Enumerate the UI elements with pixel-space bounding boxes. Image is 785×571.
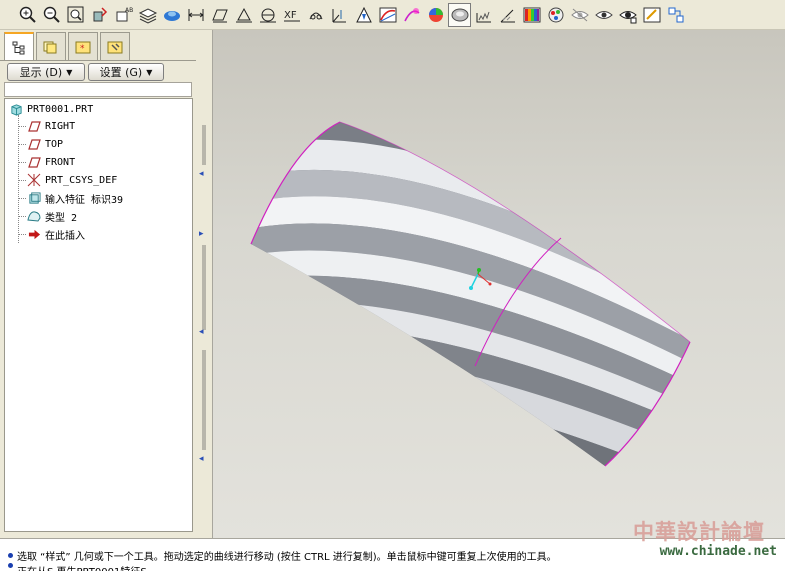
expand-right-icon[interactable]: ▸	[199, 230, 207, 239]
csys-icon	[27, 173, 41, 187]
layer-tab[interactable]	[36, 32, 66, 60]
main-toolbar: AB XF	[0, 0, 785, 30]
tree-item-insert-here[interactable]: 在此插入	[27, 226, 85, 242]
import-feature-icon	[27, 191, 41, 205]
tree-item-label: 输入特征 标识39	[45, 194, 124, 206]
curvature-icon[interactable]	[376, 3, 399, 27]
bullet-icon	[8, 563, 13, 568]
saved-views-icon[interactable]: AB	[112, 3, 135, 27]
chevron-down-icon: ▼	[146, 67, 153, 77]
tree-connector	[18, 115, 19, 243]
svg-text:*: *	[80, 44, 85, 54]
model-tree: PRT0001.PRT RIGHT TOP FRONT PRT_CSYS_DEF…	[4, 98, 193, 532]
splitter-grip	[202, 125, 206, 165]
datum-plane-icon	[27, 155, 41, 169]
dihedral-icon[interactable]	[496, 3, 519, 27]
tree-connector	[18, 198, 26, 199]
chevron-down-icon: ▼	[66, 67, 73, 77]
settings-menu-button[interactable]: 设置 (G) ▼	[88, 63, 164, 81]
tree-connector	[18, 126, 26, 127]
tree-column-header[interactable]	[4, 82, 192, 97]
style-feature-icon	[27, 209, 41, 223]
tree-connector	[18, 216, 26, 217]
svg-text:AB: AB	[125, 7, 133, 14]
datum-point-icon[interactable]	[304, 3, 327, 27]
tree-item-label: 在此插入	[45, 230, 85, 242]
panel-splitter[interactable]: ◂ ▸ ◂ ◂	[196, 30, 212, 538]
status-message: 正在从S 再生PRT0001特征S	[8, 563, 147, 571]
show-menu-button[interactable]: 显示 (D) ▼	[7, 63, 85, 81]
shade-icon[interactable]	[424, 3, 447, 27]
status-line-2: 正在从S 再生PRT0001特征S	[17, 563, 147, 571]
part-icon	[9, 102, 23, 116]
tree-root-part[interactable]: PRT0001.PRT	[9, 101, 93, 117]
splitter-grip	[202, 245, 206, 330]
model-tree-tab[interactable]	[4, 32, 34, 61]
tree-item-front[interactable]: FRONT	[27, 154, 75, 170]
watermark: 中華設計論壇 www.chinade.net	[627, 516, 779, 566]
edit-icon[interactable]	[640, 3, 663, 27]
show-menu-label: 显示 (D)	[19, 66, 63, 79]
watermark-title: 中華設計論壇	[633, 519, 765, 544]
tree-item-csys[interactable]: PRT_CSYS_DEF	[27, 172, 117, 188]
reorient-icon[interactable]	[88, 3, 111, 27]
reflection-icon[interactable]	[400, 3, 423, 27]
isoline-icon[interactable]	[448, 2, 471, 27]
datum-plane-icon	[27, 137, 41, 151]
tree-item-top[interactable]: TOP	[27, 136, 63, 152]
hide-icon[interactable]	[568, 3, 591, 27]
navigator-tabs: *	[4, 32, 130, 61]
svg-text:XF: XF	[284, 10, 297, 21]
layers-icon[interactable]	[136, 3, 159, 27]
navigator-panel: * 显示 (D) ▼ 设置 (G) ▼ PRT0001.PRT RIGHT TO…	[0, 30, 200, 538]
tree-item-label: RIGHT	[45, 120, 76, 132]
surface-model[interactable]	[213, 30, 785, 538]
watermark-url: www.chinade.net	[659, 544, 777, 559]
analysis-icon[interactable]	[352, 3, 375, 27]
dimension-icon[interactable]	[184, 3, 207, 27]
tree-connector	[18, 162, 26, 163]
sketch-icon[interactable]: XF	[280, 3, 303, 27]
refit-icon[interactable]	[64, 3, 87, 27]
zoom-in-icon[interactable]	[16, 3, 39, 27]
bullet-icon	[8, 552, 13, 558]
datum-plane-icon[interactable]	[208, 3, 231, 27]
tree-item-right[interactable]: RIGHT	[27, 118, 75, 134]
favorites-tab[interactable]: *	[68, 32, 98, 60]
show-icon[interactable]	[592, 3, 615, 27]
draft-icon[interactable]	[472, 3, 495, 27]
settings-menu-label: 设置 (G)	[99, 66, 143, 79]
model-display-icon[interactable]	[160, 3, 183, 27]
csys-icon[interactable]	[328, 3, 351, 27]
zoom-out-icon[interactable]	[40, 3, 63, 27]
settings-tab[interactable]	[100, 32, 130, 60]
color-map-icon[interactable]	[520, 3, 543, 27]
collapse-left-icon[interactable]: ◂	[199, 455, 207, 464]
tree-item-style-feature[interactable]: 类型 2	[27, 208, 77, 224]
eye-icon[interactable]	[616, 3, 639, 27]
tree-connector	[18, 144, 26, 145]
tree-item-label: FRONT	[45, 156, 76, 168]
tree-item-label: 类型 2	[45, 212, 78, 224]
collapse-left-icon[interactable]: ◂	[199, 170, 207, 179]
datum-plane-icon	[27, 119, 41, 133]
collapse-left-icon[interactable]: ◂	[199, 328, 207, 337]
tree-item-import-feature[interactable]: 输入特征 标识39	[27, 190, 123, 206]
datum-curve-icon[interactable]	[256, 3, 279, 27]
tabs-divider	[0, 60, 200, 61]
tree-connector	[18, 234, 26, 235]
tree-item-label: TOP	[45, 138, 64, 150]
status-message: 选取 “样式” 几何或下一个工具。拖动选定的曲线进行移动 (按住 CTRL 进行…	[8, 548, 557, 563]
options-icon[interactable]	[664, 3, 687, 27]
graphics-viewport[interactable]	[212, 30, 785, 538]
tree-item-label: PRT_CSYS_DEF	[45, 174, 118, 186]
tree-connector	[18, 180, 26, 181]
tree-root-label: PRT0001.PRT	[27, 103, 94, 115]
datum-axis-icon[interactable]	[232, 3, 255, 27]
insert-here-icon	[27, 227, 41, 241]
splitter-grip	[202, 350, 206, 450]
status-line-1: 选取 “样式” 几何或下一个工具。拖动选定的曲线进行移动 (按住 CTRL 进行…	[17, 551, 557, 563]
appearance-icon[interactable]	[544, 3, 567, 27]
